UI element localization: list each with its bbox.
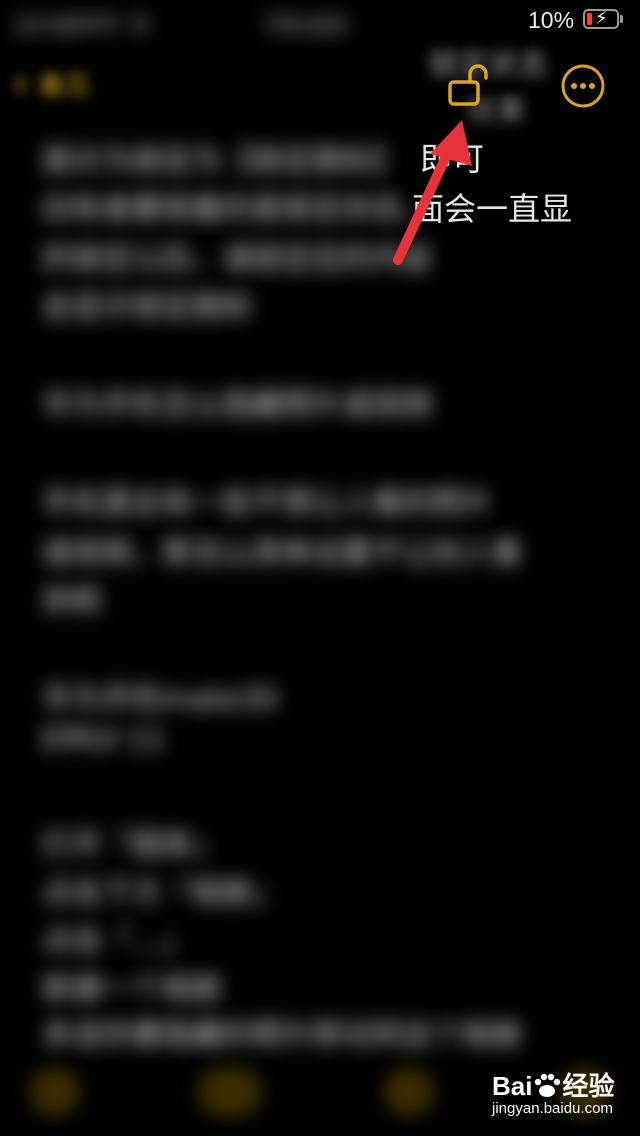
- note-line: EMUI 11: [42, 722, 166, 757]
- camera-icon[interactable]: [198, 1068, 262, 1116]
- note-line: 新建一个相册: [42, 972, 222, 1007]
- paw-logo-icon: [535, 1073, 561, 1097]
- battery-percent: 10%: [528, 7, 575, 33]
- baidu-jingyan-watermark: Bai 经验 jingyan.baidu.com: [488, 1066, 628, 1126]
- note-line: 或视频，那怎么简单设置不让别人看: [42, 536, 522, 571]
- note-line: 的锁定以后，请锁定后的内容: [42, 242, 432, 277]
- charging-bolt-icon: ⚡: [595, 8, 608, 29]
- watermark-url: jingyan.baidu.com: [492, 1100, 613, 1117]
- note-line: 手机里总有一些不想让人看的照片: [42, 486, 492, 521]
- note-line: 会显示锁定图标: [42, 290, 252, 325]
- status-date: 7月18日: [262, 14, 348, 39]
- unlock-icon[interactable]: [444, 62, 496, 114]
- status-bar: 10:08中午 令 7月18日 10% ⚡: [0, 0, 640, 40]
- battery-icon: ⚡: [583, 8, 619, 29]
- note-line: 华为手机怎么隐藏照片或视频: [42, 388, 432, 423]
- note-line: 到呢: [42, 584, 102, 619]
- red-arrow-annotation: [393, 120, 472, 265]
- battery-tip: [620, 15, 623, 23]
- battery-level-fill: [587, 13, 592, 25]
- status-time-carrier: 10:08中午 令: [14, 14, 151, 39]
- note-line: 点击「...」: [42, 924, 191, 959]
- watermark-brand-right: 经验: [562, 1071, 615, 1101]
- note-line: 打开「图库」: [42, 828, 222, 863]
- watermark-brand-left: Bai: [492, 1071, 533, 1101]
- note-line: 多选你要隐藏的照片移动到这个相册: [42, 1018, 522, 1053]
- ellipsis-circle-icon[interactable]: [560, 63, 606, 109]
- checklist-icon[interactable]: [30, 1068, 80, 1116]
- back-label: 备忘: [38, 70, 91, 101]
- pen-icon[interactable]: [384, 1068, 434, 1116]
- note-line: 点击下方「相册」: [42, 876, 282, 911]
- watermark-brand: Bai 经验: [492, 1066, 614, 1103]
- note-line: 旧有者要锁着的是锁定状态，: [42, 192, 432, 227]
- note-line: 华为手机mate30: [42, 682, 279, 717]
- note-line: 提示为锁定为【锁定图标】: [42, 144, 402, 179]
- chevron-left-icon: ‹: [12, 58, 29, 107]
- back-button[interactable]: ‹ 备忘: [12, 62, 91, 104]
